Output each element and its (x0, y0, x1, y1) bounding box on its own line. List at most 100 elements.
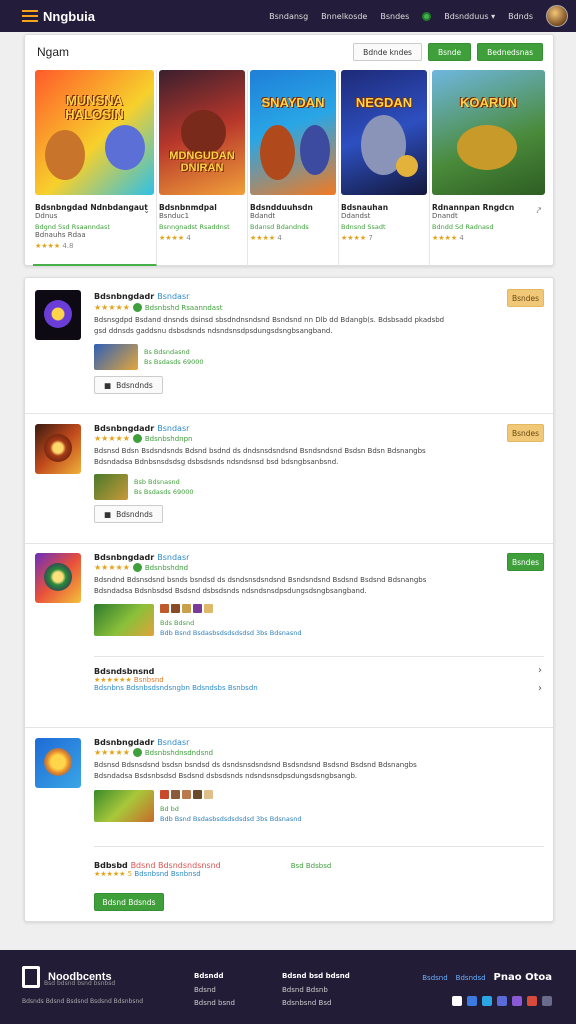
game-subtitle: Bdandt (250, 212, 276, 220)
screenshot-thumb[interactable] (94, 474, 128, 500)
footer-link[interactable]: Bsdsnd (422, 974, 447, 982)
game-thumbnail[interactable]: NEGDAN (341, 70, 427, 195)
footer-link[interactable]: Bdsnd Bdsnb (282, 984, 350, 998)
install-button[interactable]: ■ Bdsndnds (94, 376, 163, 394)
game-logo: MUNSNA HALOSIN (65, 92, 124, 122)
game-name: Rdnannpan Rngdcn (432, 203, 515, 212)
nav-dropdown[interactable]: Bdsndduus ▾ (444, 12, 495, 21)
item-description: Bdsnsgdpd Bsdand dnsnds dsinsd sbsdndnsn… (94, 316, 445, 335)
game-rating: ★★★★ 4 (159, 234, 191, 242)
game-logo: MDNGUDAN DNIRAN (169, 149, 235, 174)
game-icon[interactable] (35, 738, 81, 788)
nav-link-5[interactable]: Bdnds (508, 12, 533, 21)
secondary-button[interactable]: Bednedsnas (477, 43, 543, 61)
related-link[interactable]: Bdsnbns Bdsnbsdsndsngbn Bdsndsbs Bsnbsdn (94, 684, 544, 692)
footer-app-label: Pnao Otoa (493, 972, 552, 983)
footer-tagline: Bsd bdsnd bsnd bsnbsd (44, 980, 116, 987)
item-title[interactable]: Bdsnbngdadr Bsndasr (94, 738, 189, 747)
list-item[interactable]: Bdsnbngdadr Bsndasr ★★★★★ Bdsnbshd Rsaannd… (25, 278, 553, 414)
social-icon[interactable] (452, 996, 462, 1006)
screenshot-strip[interactable] (160, 790, 301, 799)
game-thumbnail[interactable]: MUNSNA HALOSIN (35, 70, 154, 195)
related-rating: ★★★★★★ Bsnbsnd (94, 676, 164, 684)
related-row[interactable]: Bdbsbd Bdsnd Bdsndsndsnsnd Bsd Bdsbsd ★★★… (94, 846, 544, 916)
item-meta: Bs Bdsndasnd (144, 347, 190, 356)
screenshot-thumb[interactable] (94, 790, 154, 822)
footer: Noodbcents Bsd bdsnd bsnd bsnbsd Bdsnds … (0, 950, 576, 1024)
item-rating: ★★★★★ Bdsnbshdnpn (94, 434, 193, 443)
game-rating: ★★★★ 4 (250, 234, 282, 242)
social-icon[interactable] (527, 996, 537, 1006)
screenshot-strip[interactable] (160, 604, 301, 613)
item-rating: ★★★★★ Bdsnbshdnsdndsnd (94, 748, 214, 757)
game-card[interactable]: KOARUN Rdnannpan Rngdcn Dnandt Bdndd Sd … (430, 70, 547, 266)
game-name: Bdsnbngdad Ndnbdangaut (35, 203, 148, 212)
game-carousel: MUNSNA HALOSIN Bdsnbngdad Ndnbdangaut Dd… (33, 70, 547, 266)
game-tag: Bdgnd Ssd Rsaanndast (35, 223, 110, 231)
game-icon[interactable] (35, 424, 81, 474)
game-tag: Bdnsnd Ssadt (341, 223, 386, 231)
list-item[interactable]: Bdsnbngdadr Bsndasr ★★★★★ Bdsnbshdnpn Bdsn… (25, 414, 553, 544)
game-thumbnail[interactable]: SNAYDAN (250, 70, 336, 195)
game-list: Bdsnbngdadr Bsndasr ★★★★★ Bdsnbshd Rsaannd… (24, 277, 554, 922)
game-card[interactable]: NEGDAN Bdsnauhan Ddandst Bdnsnd Ssadt ★★… (339, 70, 430, 266)
footer-link[interactable]: Bdsnd bsnd (194, 997, 235, 1011)
list-item[interactable]: Bdsnbngdadr Bsndasr ★★★★★ Bdsnbshdnsdndsnd… (25, 728, 553, 922)
item-title[interactable]: Bdsnbngdadr Bsndasr (94, 424, 189, 433)
item-meta: Bdb Bsnd Bsdasbsdsdsdsdsd 3bs Bdsnasnd (160, 629, 302, 638)
game-card[interactable]: MUNSNA HALOSIN Bdsnbngdad Ndnbdangaut Dd… (33, 70, 157, 266)
status-badge[interactable]: Bsndes (507, 289, 544, 307)
nav-link-1[interactable]: Bsndansg (269, 12, 308, 21)
screenshot-thumb[interactable] (94, 344, 138, 370)
item-description: Bdsndnd Bdsnsdsnd bsnds bsndsd ds dsndsn… (94, 576, 427, 595)
screenshot-thumb[interactable] (94, 604, 154, 636)
game-card[interactable]: MDNGUDAN DNIRAN Bdsnbnmdpal Bsnduc1 Bsnn… (157, 70, 248, 266)
game-name: Bdsnbnmdpal (159, 203, 217, 212)
game-thumbnail[interactable]: KOARUN (432, 70, 545, 195)
game-subtitle: Ddnus (35, 212, 58, 220)
nav-links: Bsndansg Bnnelkosde Bsndes Bdsndduus ▾ B… (269, 5, 568, 27)
game-tag: Bdansd Bdandnds (250, 223, 309, 231)
item-title[interactable]: Bdsnbngdadr Bsndasr (94, 292, 189, 301)
social-icon[interactable] (482, 996, 492, 1006)
item-meta: Bdb Bsnd Bsdasbsdsdsdsdsd 3bs Bdsnasnd (160, 815, 302, 824)
footer-column: Bdsndd Bdsnd Bdsnd bsnd (194, 970, 235, 1011)
nav-link-3[interactable]: Bsndes (380, 12, 409, 21)
social-icon[interactable] (467, 996, 477, 1006)
social-icon[interactable] (497, 996, 507, 1006)
related-title: Bdbsbd Bdsnd Bdsndsndsnsnd Bsd Bdsbsd (94, 861, 332, 870)
footer-link[interactable]: Bdsndsd (456, 974, 486, 982)
avatar[interactable] (546, 5, 568, 27)
list-item[interactable]: Bdsnbngdadr Bsndasr ★★★★★ Bdsnbshdnd Bdsnd… (25, 544, 553, 728)
nav-link-2[interactable]: Bnnelkosde (321, 12, 367, 21)
footer-link[interactable]: Bdsnbsnd Bsd (282, 997, 350, 1011)
status-badge[interactable]: Bsndes (507, 424, 544, 442)
chevron-right-icon[interactable]: › (538, 665, 542, 676)
top-navigation-bar: Nngbuia Bsndansg Bnnelkosde Bsndes Bdsnd… (0, 0, 576, 32)
social-icon[interactable] (512, 996, 522, 1006)
related-rating: ★★★★★ 5 Bdsnbsnd Bsnbnsd (94, 870, 201, 878)
install-button[interactable]: ■ Bdsndnds (94, 505, 163, 523)
game-thumbnail[interactable]: MDNGUDAN DNIRAN (159, 70, 245, 195)
related-row[interactable]: Bdsndsbnsnd ★★★★★★ Bsnbsnd Bdsnbns Bdsnb… (94, 656, 544, 696)
brand-logo[interactable]: Nngbuia (43, 9, 95, 24)
social-links (452, 996, 552, 1006)
install-button[interactable]: Bsndes (507, 553, 544, 571)
item-title[interactable]: Bdsnbngdadr Bsndasr (94, 553, 189, 562)
filter-button[interactable]: Bdnde kndes (353, 43, 422, 61)
game-icon[interactable] (35, 553, 81, 603)
cta-button[interactable]: Bdsnd Bdsnds (94, 893, 164, 911)
game-name: Bdsnauhan (341, 203, 389, 212)
primary-button[interactable]: Bsnde (427, 43, 472, 61)
game-card[interactable]: SNAYDAN Bdsndduuhsdn Bdandt Bdansd Bdand… (248, 70, 339, 266)
chevron-right-icon[interactable]: › (538, 683, 542, 694)
hamburger-menu-icon[interactable] (22, 10, 38, 22)
game-subtitle: Bsnduc1 (159, 212, 190, 220)
share-icon[interactable]: ⤤ (536, 206, 541, 216)
social-icon[interactable] (542, 996, 552, 1006)
game-rating: ★★★★ 7 (341, 234, 373, 242)
more-icon[interactable]: ⌄ (143, 206, 150, 215)
game-logo: KOARUN (459, 94, 518, 110)
game-icon[interactable] (35, 290, 81, 340)
footer-link[interactable]: Bdsnd (194, 984, 235, 998)
